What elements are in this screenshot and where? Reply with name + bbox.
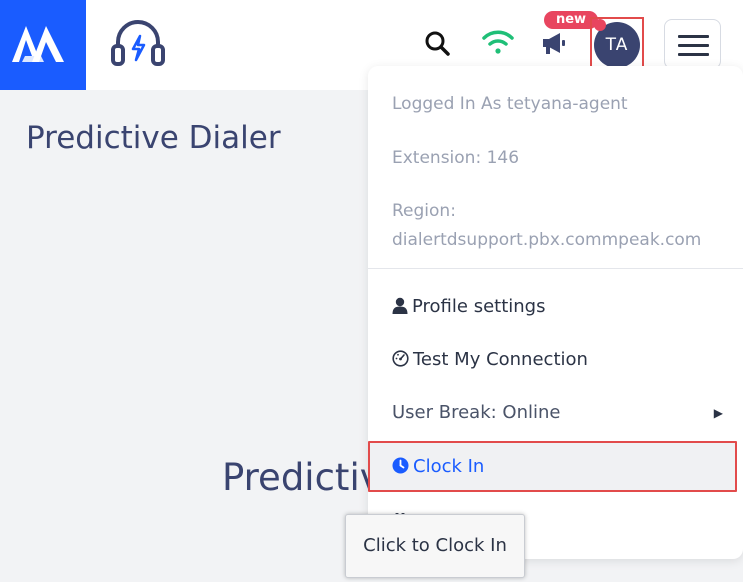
- menu-item-label: Profile settings: [412, 296, 546, 317]
- menu-item-label: Clock In: [413, 456, 485, 477]
- menu-item-clock-in[interactable]: Clock In: [368, 441, 737, 492]
- region-label: Region:: [392, 201, 456, 221]
- hamburger-menu-button[interactable]: [664, 19, 721, 69]
- notification-dot: [594, 19, 606, 31]
- menu-item-user-break[interactable]: User Break: Online ▶: [368, 387, 743, 439]
- menu-item-label: User Break: Online: [392, 402, 561, 423]
- headset-icon[interactable]: [110, 16, 166, 72]
- menu-line-icon: [678, 44, 709, 47]
- user-icon: [392, 297, 408, 314]
- menu-item-profile-settings[interactable]: Profile settings: [368, 281, 743, 333]
- logged-in-text: Logged In As tetyana-agent: [392, 94, 628, 114]
- menu-item-label: Test My Connection: [413, 349, 588, 370]
- menu-line-icon: [678, 35, 709, 38]
- menu-divider: [368, 268, 743, 269]
- dialer-heading: Predictive Dialer: [222, 456, 382, 499]
- chevron-right-icon: ▶: [713, 406, 723, 420]
- app-logo[interactable]: [0, 0, 86, 90]
- page-title: Predictive Dialer: [26, 120, 281, 156]
- wifi-icon[interactable]: [482, 28, 514, 56]
- menu-line-icon: [678, 53, 709, 56]
- clock-in-tooltip: Click to Clock In: [345, 514, 525, 578]
- gauge-icon: [392, 350, 409, 367]
- search-icon[interactable]: [424, 30, 450, 56]
- megaphone-icon[interactable]: [540, 29, 568, 57]
- region-value: dialertdsupport.pbx.commpeak.com: [392, 230, 702, 250]
- clock-icon: [392, 457, 409, 474]
- menu-item-test-connection[interactable]: Test My Connection: [368, 334, 743, 386]
- logo-icon: [12, 26, 64, 62]
- extension-text: Extension: 146: [392, 148, 520, 168]
- user-dropdown-menu: Logged In As tetyana-agent Extension: 14…: [368, 66, 743, 559]
